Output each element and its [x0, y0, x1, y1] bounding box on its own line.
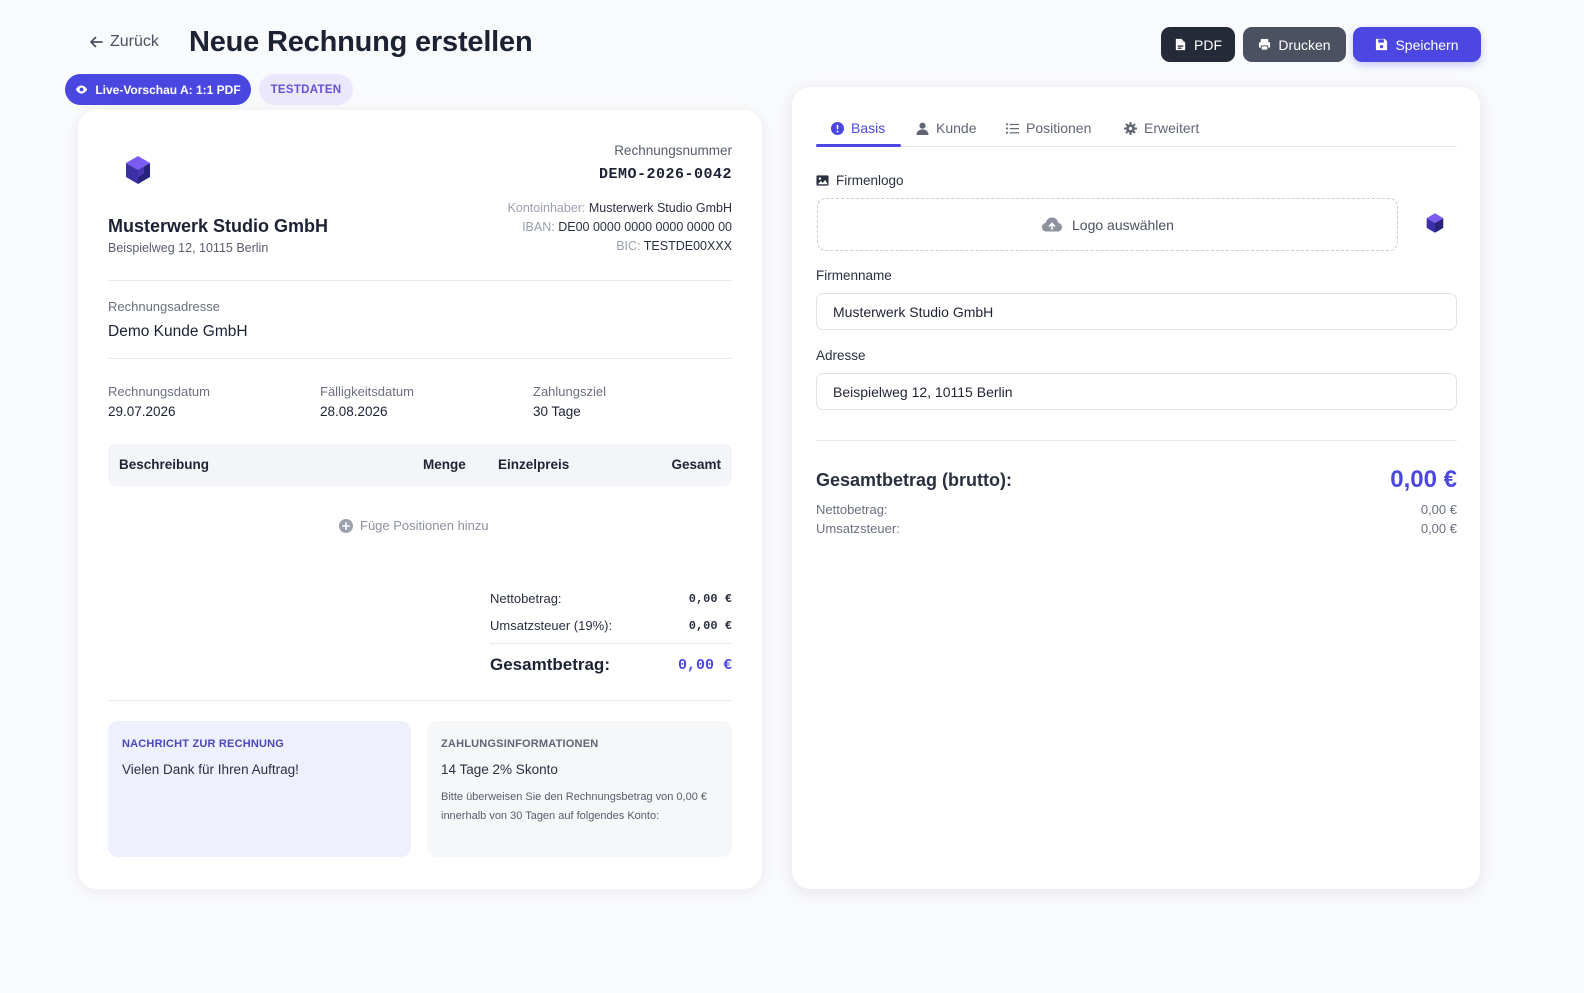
pdf-button-label: PDF: [1194, 36, 1222, 53]
add-positions-link[interactable]: Füge Positionen hinzu: [339, 518, 489, 533]
positions-table-header: Beschreibung Menge Einzelpreis Gesamt: [108, 444, 732, 486]
gear-icon: [1124, 121, 1137, 135]
tab-kunde[interactable]: Kunde: [916, 120, 976, 136]
column-unit-price: Einzelpreis: [498, 457, 570, 472]
payment-info-title: ZAHLUNGSINFORMATIONEN: [441, 738, 599, 750]
form-net-amount: 0,00 €: [1420, 502, 1457, 517]
bic-value: TESTDE00XXX: [643, 239, 732, 253]
divider: [108, 280, 732, 281]
live-preview-badge: Live-Vorschau A: 1:1 PDF: [65, 74, 251, 105]
payment-info-headline: 14 Tage 2% Skonto: [441, 762, 558, 777]
iban: IBAN: DE00 0000 0000 0000 0000 00: [522, 220, 732, 234]
company-name: Musterwerk Studio GmbH: [108, 216, 329, 236]
tabs-divider: [816, 146, 1457, 147]
image-icon: [816, 175, 829, 186]
tab-erweitert-label: Erweitert: [1144, 120, 1200, 136]
billing-address-label: Rechnungsadresse: [108, 299, 221, 314]
tab-erweitert[interactable]: Erweitert: [1124, 120, 1199, 136]
invoice-date-label: Rechnungsdatum: [108, 384, 210, 399]
logo-preview-cube-icon: [1426, 213, 1444, 233]
due-date: 28.08.2026: [320, 404, 388, 419]
form-vat-amount: 0,00 €: [1420, 521, 1457, 536]
iban-label: IBAN:: [522, 220, 555, 234]
net-amount: 0,00 €: [688, 592, 732, 606]
form-divider: [816, 440, 1457, 441]
vat-amount: 0,00 €: [688, 619, 732, 633]
printer-icon: [1259, 38, 1271, 51]
address-input[interactable]: [816, 373, 1457, 410]
due-date-label: Fälligkeitsdatum: [320, 384, 414, 399]
invoice-message-text: Vielen Dank für Ihren Auftrag!: [122, 762, 299, 777]
active-tab-indicator: [816, 144, 901, 147]
eye-icon: [76, 85, 88, 94]
tab-basis[interactable]: Basis: [831, 120, 885, 136]
form-net-label: Nettobetrag:: [816, 502, 888, 517]
company-logo-label-text: Firmenlogo: [836, 173, 904, 188]
divider: [108, 358, 732, 359]
invoice-message-box: NACHRICHT ZUR RECHNUNG Vielen Dank für I…: [108, 721, 411, 857]
payment-info-text: Bitte überweisen Sie den Rechnungsbetrag…: [441, 791, 708, 822]
divider: [108, 700, 732, 701]
column-total: Gesamt: [671, 457, 721, 472]
arrow-left-icon: [90, 36, 103, 48]
invoice-message-title: NACHRICHT ZUR RECHNUNG: [122, 738, 285, 750]
cube-icon: [126, 156, 150, 184]
vat-label: Umsatzsteuer (19%):: [490, 618, 613, 633]
net-amount-label: Nettobetrag:: [490, 591, 562, 606]
cloud-upload-icon: [1042, 217, 1062, 231]
bic-label: BIC:: [616, 239, 641, 253]
page-title: Neue Rechnung erstellen: [189, 26, 533, 58]
print-button-label: Drucken: [1278, 36, 1331, 53]
summary-divider: [490, 643, 732, 644]
user-icon: [916, 122, 929, 135]
payment-terms-label: Zahlungsziel: [533, 384, 606, 399]
invoice-number: DEMO-2026-0042: [598, 166, 732, 183]
gross-total-label: Gesamtbetrag (brutto):: [816, 470, 1013, 490]
payment-terms: 30 Tage: [533, 404, 581, 419]
tab-kunde-label: Kunde: [936, 120, 977, 136]
bic: BIC: TESTDE00XXX: [616, 239, 732, 253]
address-label: Adresse: [816, 348, 866, 363]
save-button[interactable]: Speichern: [1353, 27, 1481, 62]
test-data-badge: TESTDATEN: [259, 74, 353, 105]
pdf-button[interactable]: PDF: [1161, 27, 1235, 62]
invoice-date: 29.07.2026: [108, 404, 176, 419]
iban-value: DE00 0000 0000 0000 0000 00: [558, 220, 732, 234]
invoice-number-label: Rechnungsnummer: [614, 143, 732, 158]
print-button[interactable]: Drucken: [1243, 27, 1346, 62]
back-link[interactable]: Zurück: [88, 33, 159, 51]
floppy-disk-icon: [1376, 38, 1388, 51]
billing-name: Demo Kunde GmbH: [108, 323, 248, 340]
back-label: Zurück: [110, 33, 159, 50]
column-quantity: Menge: [423, 457, 466, 472]
column-description: Beschreibung: [119, 457, 210, 472]
company-address: Beispielweg 12, 10115 Berlin: [108, 241, 269, 255]
save-button-label: Speichern: [1395, 36, 1459, 53]
tab-positionen[interactable]: Positionen: [1006, 120, 1091, 136]
add-positions-label: Füge Positionen hinzu: [360, 518, 489, 533]
account-holder-label: Kontoinhaber:: [507, 201, 586, 215]
account-holder: Kontoinhaber: Musterwerk Studio GmbH: [508, 201, 732, 215]
logo-upload-label: Logo auswählen: [1072, 216, 1174, 233]
gross-total: 0,00 €: [1390, 466, 1457, 493]
total-amount-label: Gesamtbetrag:: [490, 655, 610, 674]
tab-positionen-label: Positionen: [1026, 120, 1092, 136]
company-name-label: Firmenname: [816, 268, 892, 283]
account-holder-value: Musterwerk Studio GmbH: [588, 201, 732, 215]
form-vat-label: Umsatzsteuer:: [816, 521, 900, 536]
info-circle-icon: [831, 121, 844, 135]
plus-circle-icon: [339, 518, 353, 533]
file-pdf-icon: [1175, 38, 1186, 51]
total-amount: 0,00 €: [677, 657, 732, 674]
company-name-input[interactable]: [816, 293, 1457, 330]
payment-info-box: ZAHLUNGSINFORMATIONEN 14 Tage 2% Skonto …: [427, 721, 732, 857]
company-logo-label: Firmenlogo: [816, 173, 904, 188]
list-icon: [1006, 122, 1019, 134]
logo-upload-button[interactable]: Logo auswählen: [817, 198, 1398, 251]
tab-basis-label: Basis: [851, 120, 886, 136]
live-preview-label: Live-Vorschau A: 1:1 PDF: [95, 82, 241, 97]
